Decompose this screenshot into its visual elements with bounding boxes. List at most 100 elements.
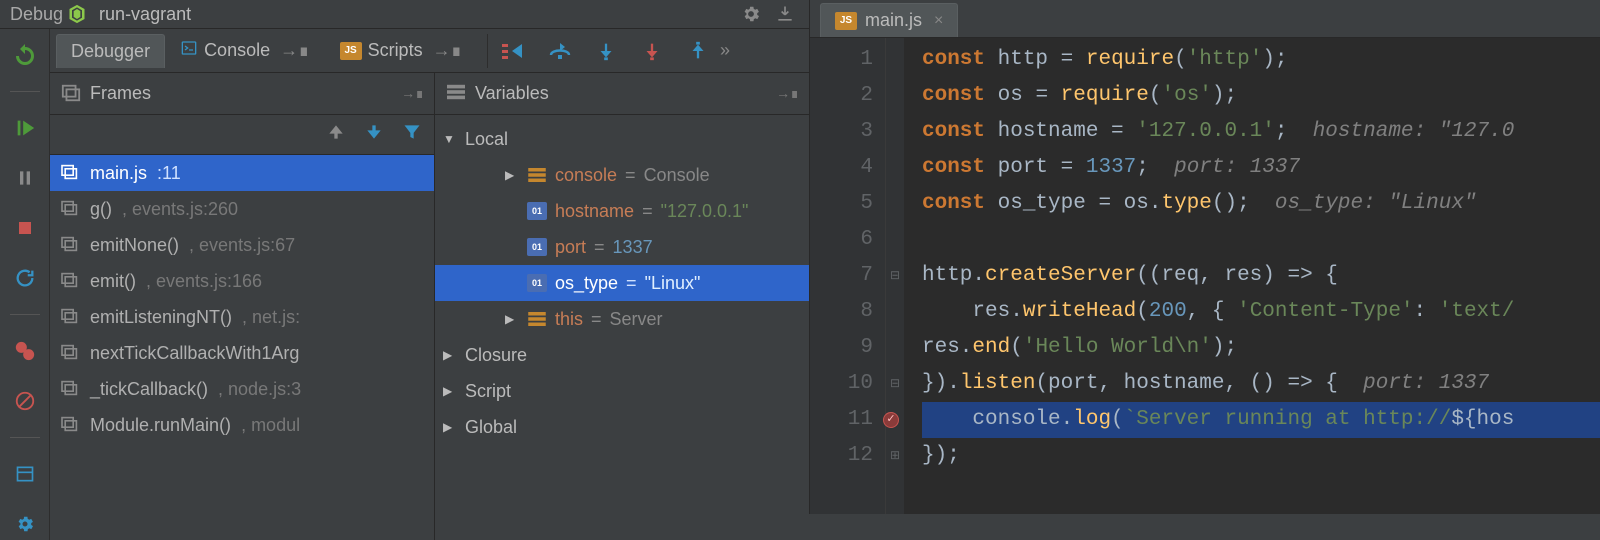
line-number[interactable]: 6	[810, 222, 873, 258]
step-out-icon[interactable]	[684, 37, 712, 65]
code-line: const http = require('http');	[922, 42, 1600, 78]
line-number[interactable]: 10	[810, 366, 873, 402]
settings-icon[interactable]	[737, 0, 765, 28]
editor-tab-main-js[interactable]: JS main.js ×	[820, 3, 958, 37]
breakpoint-icon[interactable]	[883, 412, 899, 428]
variables-icon	[445, 83, 467, 105]
code-area[interactable]: const http = require('http');const os = …	[904, 38, 1600, 514]
stop-icon[interactable]	[9, 212, 41, 244]
line-number[interactable]: 7	[810, 258, 873, 294]
frame-function: main.js	[90, 163, 147, 184]
fold-marker[interactable]	[886, 150, 904, 186]
close-icon[interactable]: ×	[934, 12, 943, 30]
fold-marker[interactable]	[886, 330, 904, 366]
frame-down-icon[interactable]	[364, 122, 384, 147]
fold-marker[interactable]: ⊞	[886, 438, 904, 474]
frame-function: _tickCallback()	[90, 379, 208, 400]
more-icon[interactable]: »	[720, 40, 730, 61]
variable-value: 1337	[613, 237, 653, 258]
fold-marker[interactable]	[886, 294, 904, 330]
line-number[interactable]: 11	[810, 402, 873, 438]
filter-icon[interactable]	[402, 122, 422, 147]
fold-marker[interactable]: ⊟	[886, 366, 904, 402]
line-number[interactable]: 2	[810, 78, 873, 114]
frame-row[interactable]: g(), events.js:260	[50, 191, 434, 227]
variable-row[interactable]: ▶this = Server	[435, 301, 809, 337]
rerun-icon[interactable]	[9, 39, 41, 71]
fold-marker[interactable]	[886, 78, 904, 114]
frame-function: g()	[90, 199, 112, 220]
code-line: console.log(`Server running at http://${…	[922, 402, 1600, 438]
resume-icon[interactable]	[9, 112, 41, 144]
pin-icon[interactable]: →∎	[776, 85, 799, 102]
stack-frame-icon	[60, 380, 80, 398]
frame-up-icon[interactable]	[326, 122, 346, 147]
frames-pane: Frames →∎ main.js:11 g(), events.js:260 …	[50, 73, 435, 540]
more-settings-icon[interactable]	[9, 508, 41, 540]
variable-name: hostname	[555, 201, 634, 222]
debug-panel: Debug run-vagrant	[0, 0, 810, 514]
show-exec-point-icon[interactable]	[500, 37, 528, 65]
fold-marker[interactable]	[886, 186, 904, 222]
js-icon: JS	[340, 42, 362, 60]
code-line: });	[922, 438, 1600, 474]
variable-row[interactable]: 01port = 1337	[435, 229, 809, 265]
variable-row[interactable]: 01os_type = "Linux"	[435, 265, 809, 301]
variable-row[interactable]: 01hostname = "127.0.0.1"	[435, 193, 809, 229]
gutter[interactable]: 123456789101112	[810, 38, 886, 514]
nodejs-icon	[67, 4, 87, 24]
variable-value: Console	[644, 165, 710, 186]
fold-marker[interactable]	[886, 42, 904, 78]
scope-label: Local	[465, 129, 508, 150]
fold-marker[interactable]: ⊟	[886, 258, 904, 294]
line-number[interactable]: 3	[810, 114, 873, 150]
frame-location: , modul	[241, 415, 300, 436]
step-into-icon[interactable]	[592, 37, 620, 65]
primitive-icon: 01	[527, 202, 547, 220]
chevron-down-icon: ▼	[443, 132, 457, 146]
scope-row[interactable]: ▼ Local	[435, 121, 809, 157]
line-number[interactable]: 5	[810, 186, 873, 222]
frame-row[interactable]: emit(), events.js:166	[50, 263, 434, 299]
scope-label: Closure	[465, 345, 527, 366]
layout-icon[interactable]	[9, 458, 41, 490]
variable-row[interactable]: ▶console = Console	[435, 157, 809, 193]
debug-header: Debug run-vagrant	[0, 0, 809, 29]
scope-row[interactable]: ▶Script	[435, 373, 809, 409]
frame-row[interactable]: _tickCallback(), node.js:3	[50, 371, 434, 407]
scope-row[interactable]: ▶Closure	[435, 337, 809, 373]
tab-console[interactable]: Console →∎	[165, 34, 325, 68]
line-number[interactable]: 12	[810, 438, 873, 474]
pin-icon[interactable]: →∎	[401, 85, 424, 102]
line-number[interactable]: 8	[810, 294, 873, 330]
tab-scripts[interactable]: JS Scripts →∎	[325, 34, 477, 68]
step-over-icon[interactable]	[546, 37, 574, 65]
frame-row[interactable]: emitListeningNT(), net.js:	[50, 299, 434, 335]
pause-icon[interactable]	[9, 162, 41, 194]
force-step-into-icon[interactable]	[638, 37, 666, 65]
frame-row[interactable]: nextTickCallbackWith1Arg	[50, 335, 434, 371]
editor-body[interactable]: 123456789101112 ⊟⊟⊞ const http = require…	[810, 38, 1600, 514]
fold-column[interactable]: ⊟ ⊟ ⊞	[886, 38, 904, 514]
line-number[interactable]: 1	[810, 42, 873, 78]
download-icon[interactable]	[771, 0, 799, 28]
variable-value: Server	[610, 309, 663, 330]
fold-marker[interactable]	[886, 222, 904, 258]
scope-label: Script	[465, 381, 511, 402]
fold-marker[interactable]	[886, 114, 904, 150]
object-icon	[527, 310, 547, 328]
tab-debugger[interactable]: Debugger	[56, 34, 165, 68]
line-number[interactable]: 4	[810, 150, 873, 186]
editor-tabs: JS main.js ×	[810, 0, 1600, 38]
restart-icon[interactable]	[9, 262, 41, 294]
scope-row[interactable]: ▶Global	[435, 409, 809, 445]
line-number[interactable]: 9	[810, 330, 873, 366]
mute-breakpoints-icon[interactable]	[9, 385, 41, 417]
frame-location: , net.js:	[242, 307, 300, 328]
frame-row[interactable]: Module.runMain(), modul	[50, 407, 434, 443]
frame-row[interactable]: emitNone(), events.js:67	[50, 227, 434, 263]
stack-frame-icon	[60, 236, 80, 254]
frame-row[interactable]: main.js:11	[50, 155, 434, 191]
variable-name: console	[555, 165, 617, 186]
breakpoints-icon[interactable]	[9, 335, 41, 367]
